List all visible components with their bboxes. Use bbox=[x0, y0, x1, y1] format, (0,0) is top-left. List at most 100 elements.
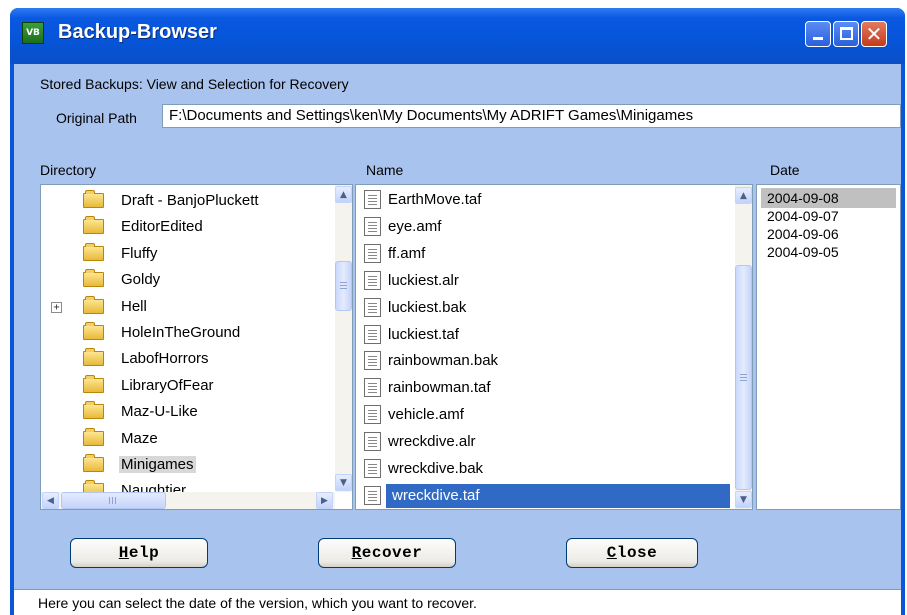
folder-icon bbox=[83, 454, 104, 472]
close-window-button[interactable]: ✕ bbox=[861, 21, 887, 47]
chevron-up-icon: ▲ bbox=[740, 191, 747, 201]
directory-item-label: Hell bbox=[121, 297, 147, 315]
scroll-right-button[interactable]: ▶ bbox=[316, 492, 333, 509]
title-bar[interactable]: VB Backup-Browser ✕ bbox=[10, 8, 905, 64]
file-icon bbox=[364, 351, 381, 371]
file-item-label: rainbowman.taf bbox=[388, 379, 491, 397]
file-item[interactable]: luckiest.bak bbox=[360, 295, 730, 321]
file-item[interactable]: luckiest.alr bbox=[360, 268, 730, 294]
date-list[interactable]: 2004-09-08 2004-09-07 2004-09-06 2004-09-05 bbox=[756, 184, 901, 510]
file-item-label: wreckdive.bak bbox=[388, 460, 484, 477]
file-item-label: rainbowman.bak bbox=[388, 352, 499, 370]
subtitle: Stored Backups: View and Selection for R… bbox=[40, 76, 349, 92]
file-item-label: eye.amf bbox=[388, 217, 442, 235]
original-path-field[interactable]: F:\Documents and Settings\ken\My Documen… bbox=[162, 104, 901, 128]
date-item-label: 2004-09-05 bbox=[767, 244, 839, 260]
file-item[interactable]: wreckdive.bak bbox=[360, 456, 730, 482]
name-column-header: Name bbox=[366, 162, 404, 178]
file-item-label: luckiest.alr bbox=[388, 271, 459, 289]
scroll-up-button[interactable]: ▲ bbox=[735, 187, 752, 204]
chevron-down-icon: ▼ bbox=[340, 478, 347, 488]
file-item-label: luckiest.taf bbox=[388, 325, 459, 343]
chevron-down-icon: ▼ bbox=[740, 495, 747, 505]
directory-item-label: Draft - BanjoPluckett bbox=[121, 192, 259, 209]
minimize-button[interactable] bbox=[805, 21, 831, 47]
file-icon bbox=[364, 190, 381, 209]
recover-button[interactable]: Recover bbox=[318, 538, 456, 568]
date-column-header: Date bbox=[770, 162, 800, 178]
folder-icon bbox=[83, 348, 104, 367]
directory-item[interactable]: LabofHorrors bbox=[41, 346, 321, 372]
directory-item-label: LabofHorrors bbox=[121, 350, 209, 368]
scroll-thumb[interactable] bbox=[335, 261, 352, 311]
directory-item-label: Maze bbox=[121, 429, 158, 447]
horizontal-scroll-thumb[interactable] bbox=[61, 492, 166, 509]
directory-item[interactable]: Maze bbox=[41, 426, 321, 452]
directory-item-label: Goldy bbox=[121, 271, 161, 289]
file-item[interactable]: rainbowman.taf bbox=[360, 375, 730, 401]
window-title: Backup-Browser bbox=[58, 21, 217, 43]
file-item[interactable]: eye.amf bbox=[360, 214, 730, 240]
expand-plus-icon[interactable]: + bbox=[51, 301, 62, 313]
help-button[interactable]: Help bbox=[70, 538, 208, 568]
directory-item[interactable]: Goldy bbox=[41, 267, 321, 293]
help-button-label: elp bbox=[128, 544, 160, 562]
close-button[interactable]: Close bbox=[566, 538, 698, 568]
date-item[interactable]: 2004-09-07 bbox=[761, 206, 896, 226]
file-icon bbox=[364, 432, 381, 452]
directory-item-label: Maz-U-Like bbox=[121, 403, 198, 421]
close-button-label: lose bbox=[616, 544, 658, 562]
file-item[interactable]: rainbowman.bak bbox=[360, 348, 730, 374]
client-area: Stored Backups: View and Selection for R… bbox=[14, 64, 901, 615]
file-item[interactable]: ff.amf bbox=[360, 241, 730, 267]
scroll-down-button[interactable]: ▼ bbox=[335, 474, 352, 491]
directory-vertical-scrollbar[interactable]: ▲ ▼ bbox=[335, 185, 352, 492]
date-item[interactable]: 2004-09-06 bbox=[761, 224, 896, 244]
file-list-vertical-scrollbar[interactable]: ▲ ▼ bbox=[735, 185, 752, 509]
folder-icon bbox=[83, 269, 104, 288]
scroll-down-button[interactable]: ▼ bbox=[735, 491, 752, 508]
recover-button-mnemonic: R bbox=[351, 544, 362, 562]
scroll-left-button[interactable]: ◀ bbox=[42, 492, 59, 509]
scroll-thumb[interactable] bbox=[735, 265, 752, 490]
file-icon bbox=[364, 378, 381, 398]
folder-icon bbox=[83, 401, 104, 420]
maximize-button[interactable] bbox=[833, 21, 859, 47]
file-icon bbox=[364, 243, 381, 263]
date-item[interactable]: 2004-09-05 bbox=[761, 242, 896, 262]
file-item[interactable]: wreckdive.taf bbox=[360, 483, 730, 509]
directory-item[interactable]: + Hell bbox=[41, 294, 321, 320]
directory-item[interactable]: EditorEdited bbox=[41, 214, 321, 240]
directory-item[interactable]: Maz-U-Like bbox=[41, 399, 321, 425]
grip-icon bbox=[740, 374, 747, 381]
directory-item[interactable]: Fluffy bbox=[41, 241, 321, 267]
directory-item[interactable]: LibraryOfFear bbox=[41, 373, 321, 399]
scroll-up-button[interactable]: ▲ bbox=[335, 186, 352, 203]
status-bar: Here you can select the date of the vers… bbox=[14, 589, 901, 615]
directory-tree[interactable]: Draft - BanjoPluckett EditorEdited Fluffy G… bbox=[40, 184, 353, 510]
folder-icon bbox=[83, 216, 104, 235]
file-icon bbox=[364, 297, 381, 317]
file-item-label: wreckdive.taf bbox=[392, 486, 480, 504]
directory-item[interactable]: HoleInTheGround bbox=[41, 320, 321, 346]
file-item[interactable]: wreckdive.alr bbox=[360, 429, 730, 455]
file-list[interactable]: EarthMove.taf eye.amf ff.amf luckiest.alr lu… bbox=[355, 184, 753, 510]
directory-item-label: EditorEdited bbox=[121, 218, 203, 236]
directory-item[interactable]: Minigames bbox=[41, 452, 321, 478]
grip-icon bbox=[109, 497, 116, 504]
folder-icon bbox=[83, 374, 104, 393]
file-item-label: luckiest.bak bbox=[388, 298, 467, 316]
date-item[interactable]: 2004-09-08 bbox=[761, 188, 896, 208]
file-icon bbox=[364, 216, 381, 236]
file-item[interactable]: EarthMove.taf bbox=[360, 187, 730, 213]
directory-horizontal-scrollbar[interactable]: ◀ ▶ bbox=[41, 492, 335, 509]
directory-item[interactable]: Draft - BanjoPluckett bbox=[41, 188, 321, 214]
backup-browser-window: VB Backup-Browser ✕ Stored Backups: View… bbox=[10, 8, 905, 615]
original-path-label: Original Path bbox=[56, 110, 137, 126]
directory-item-label: Minigames bbox=[119, 456, 196, 473]
file-item[interactable]: vehicle.amf bbox=[360, 402, 730, 428]
file-item[interactable]: luckiest.taf bbox=[360, 322, 730, 348]
folder-icon bbox=[83, 427, 104, 446]
file-item-label: vehicle.amf bbox=[388, 406, 464, 424]
file-icon bbox=[364, 405, 381, 425]
